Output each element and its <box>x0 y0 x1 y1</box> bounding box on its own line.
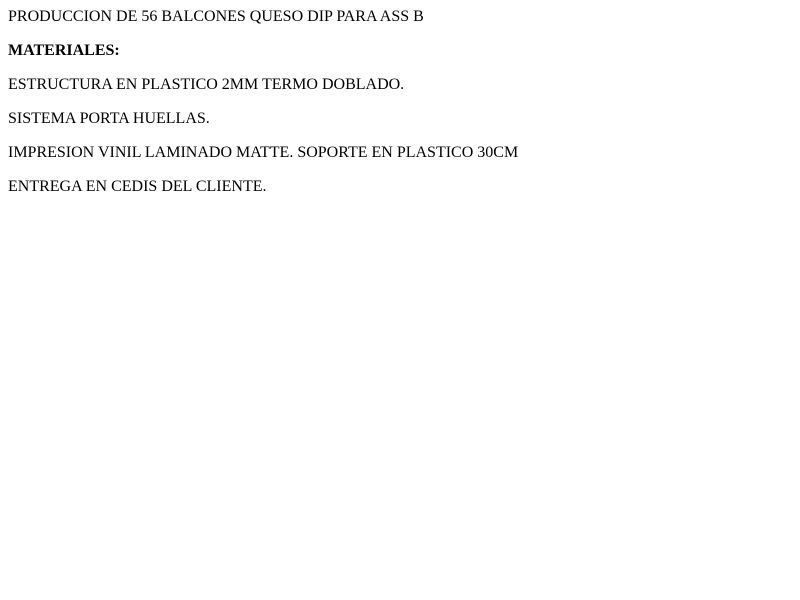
material-item-printing: IMPRESION VINIL LAMINADO MATTE. SOPORTE … <box>8 144 519 161</box>
material-item-system: SISTEMA PORTA HUELLAS. <box>8 110 210 127</box>
document-body: PRODUCCION DE 56 BALCONES QUESO DIP PARA… <box>8 0 792 204</box>
materials-heading: MATERIALES: <box>8 42 120 59</box>
document-title: PRODUCCION DE 56 BALCONES QUESO DIP PARA… <box>8 8 424 25</box>
material-item-delivery: ENTREGA EN CEDIS DEL CLIENTE. <box>8 178 267 195</box>
material-item-structure: ESTRUCTURA EN PLASTICO 2MM TERMO DOBLADO… <box>8 76 405 93</box>
